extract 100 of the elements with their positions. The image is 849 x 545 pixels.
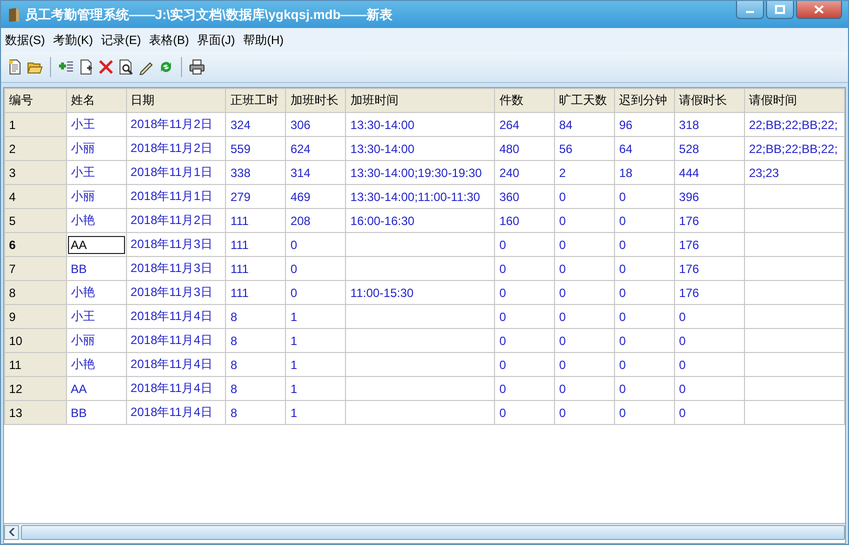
table-cell: 0 (494, 328, 555, 352)
menu-item[interactable]: 帮助(H) (242, 30, 285, 50)
table-cell: 0 (286, 232, 346, 256)
table-cell: 0 (674, 352, 744, 376)
table-cell: 1 (286, 352, 346, 376)
row-header[interactable]: 3 (4, 160, 66, 184)
table-cell: 360 (494, 184, 555, 208)
table-cell: 624 (286, 136, 346, 160)
column-header[interactable]: 姓名 (66, 88, 126, 112)
table-cell: 0 (614, 328, 675, 352)
table-cell: 0 (554, 184, 615, 208)
table-cell: 2018年11月4日 (126, 400, 226, 424)
row-header[interactable]: 7 (4, 256, 66, 280)
table-cell: 0 (554, 376, 615, 400)
table-cell: 0 (286, 256, 346, 280)
table-cell: 0 (494, 376, 555, 400)
table-cell: AA (66, 376, 126, 400)
table-cell: 314 (286, 160, 346, 184)
table-cell: 2018年11月1日 (126, 184, 226, 208)
table-cell: 16:00-16:30 (346, 208, 495, 232)
table-cell: 0 (286, 280, 346, 304)
table-cell: 2018年11月2日 (126, 208, 226, 232)
table-cell: 0 (614, 376, 675, 400)
row-header[interactable]: 10 (4, 328, 66, 352)
row-header[interactable]: 4 (4, 184, 66, 208)
table-cell: 2018年11月4日 (126, 328, 226, 352)
table-cell: 0 (494, 352, 555, 376)
column-header[interactable]: 日期 (126, 88, 226, 112)
new-document-icon[interactable] (7, 59, 23, 75)
page-add-icon[interactable] (78, 59, 94, 75)
row-header[interactable]: 11 (4, 352, 66, 376)
column-header[interactable]: 加班时长 (286, 88, 346, 112)
table-cell: 0 (554, 304, 615, 328)
table-cell: 8 (226, 304, 286, 328)
column-header[interactable]: 编号 (4, 88, 66, 112)
preview-icon[interactable] (118, 59, 134, 75)
table-cell: BB (66, 256, 126, 280)
table-cell: 1 (286, 400, 346, 424)
table-cell: 2018年11月4日 (126, 304, 226, 328)
table-cell: 1 (286, 304, 346, 328)
row-header[interactable]: 8 (4, 280, 66, 304)
table-cell: 13:30-14:00;19:30-19:30 (346, 160, 495, 184)
column-header[interactable]: 件数 (494, 88, 555, 112)
table-cell: 小艳 (66, 352, 126, 376)
table-cell: 8 (226, 352, 286, 376)
row-header[interactable]: 9 (4, 304, 66, 328)
minimize-button[interactable] (736, 1, 764, 19)
table-cell: 小丽 (66, 136, 126, 160)
row-header[interactable]: 1 (4, 112, 66, 136)
table-cell: 0 (674, 376, 744, 400)
cell-editor[interactable]: AA (68, 236, 125, 254)
table-cell: 23;23 (744, 160, 844, 184)
menu-item[interactable]: 表格(B) (148, 30, 190, 50)
maximize-button[interactable] (766, 1, 794, 19)
table-cell: 2018年11月4日 (126, 352, 226, 376)
column-header[interactable]: 正班工时 (226, 88, 286, 112)
scroll-left-button[interactable] (4, 524, 19, 540)
table-cell: 小王 (66, 304, 126, 328)
row-header[interactable]: 6 (4, 232, 66, 256)
table-cell: 0 (614, 232, 675, 256)
table-cell: 0 (554, 328, 615, 352)
table-cell: 2 (554, 160, 615, 184)
menu-item[interactable]: 记录(E) (100, 30, 142, 50)
table-cell: 2018年11月2日 (126, 136, 226, 160)
table-cell: 0 (554, 208, 615, 232)
delete-icon[interactable] (98, 59, 114, 75)
table-cell: 8 (226, 376, 286, 400)
table-cell: 480 (494, 136, 555, 160)
table-cell: 0 (554, 400, 615, 424)
menu-item[interactable]: 数据(S) (4, 30, 46, 50)
chevron-left-icon (8, 528, 14, 536)
row-header[interactable]: 5 (4, 208, 66, 232)
table-cell: 0 (494, 400, 555, 424)
table-cell: 240 (494, 160, 555, 184)
column-header[interactable]: 迟到分钟 (614, 88, 675, 112)
table-cell: 0 (674, 328, 744, 352)
table-cell: 13:30-14:00 (346, 136, 495, 160)
menu-item[interactable]: 考勤(K) (52, 30, 94, 50)
table-cell: 8 (226, 328, 286, 352)
table-cell: 0 (554, 280, 615, 304)
menu-item[interactable]: 界面(J) (196, 30, 236, 50)
table-cell: 0 (614, 208, 675, 232)
table-cell: 11:00-15:30 (346, 280, 495, 304)
table-cell: 264 (494, 112, 555, 136)
table-cell: 0 (554, 232, 615, 256)
column-header[interactable]: 加班时间 (346, 88, 495, 112)
row-header[interactable]: 13 (4, 400, 66, 424)
column-header[interactable]: 请假时间 (744, 88, 844, 112)
table-cell: 小艳 (66, 280, 126, 304)
printer-icon[interactable] (189, 59, 205, 75)
close-button[interactable] (796, 1, 842, 19)
close-icon (814, 5, 824, 14)
table-cell: 208 (286, 208, 346, 232)
column-header[interactable]: 请假时长 (674, 88, 744, 112)
row-header[interactable]: 12 (4, 376, 66, 400)
table-cell: 13:30-14:00 (346, 112, 495, 136)
row-header[interactable]: 2 (4, 136, 66, 160)
column-header[interactable]: 旷工天数 (554, 88, 615, 112)
table-cell: 2018年11月1日 (126, 160, 226, 184)
table-cell: 176 (674, 256, 744, 280)
